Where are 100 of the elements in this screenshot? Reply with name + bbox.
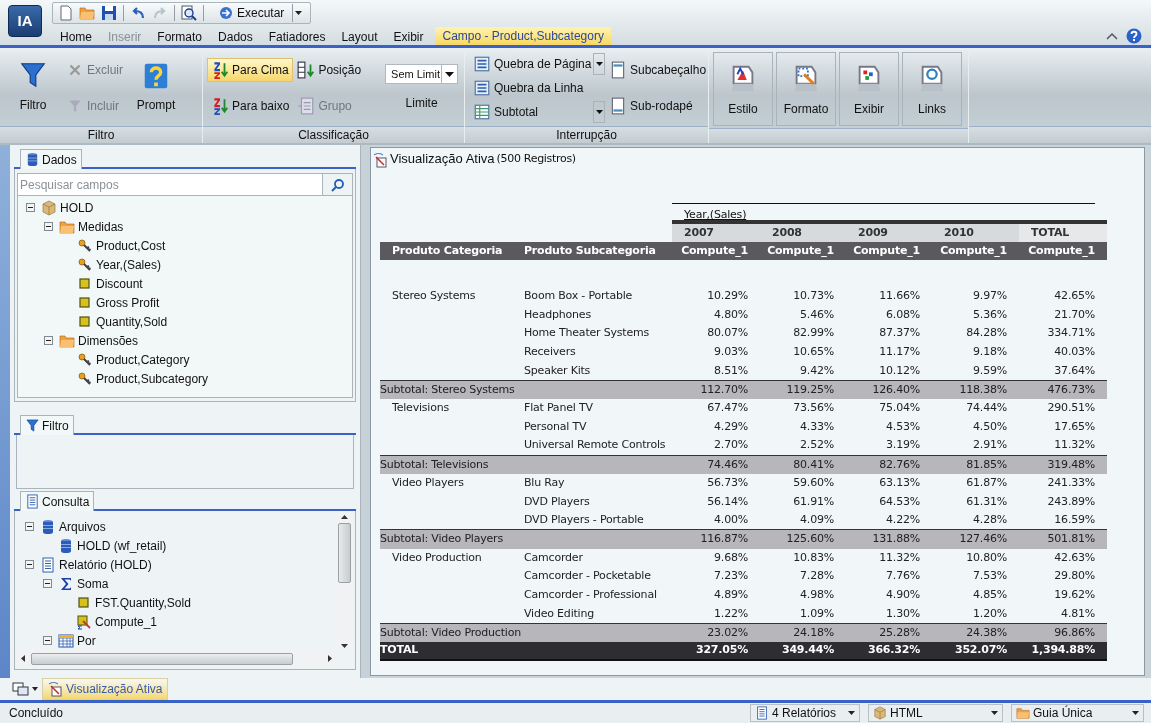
key-icon: [77, 256, 93, 273]
ribbon-button[interactable]: Links: [902, 52, 962, 126]
tree-item[interactable]: FST.Quantity,Sold: [95, 593, 191, 612]
new-document-icon[interactable]: [59, 5, 73, 21]
ribbon-button[interactable]: Formato: [776, 52, 836, 126]
value-cell: 23.02%: [672, 623, 760, 643]
menu-tab[interactable]: Home: [52, 29, 100, 45]
status-dropdown[interactable]: Guia Única: [1011, 704, 1144, 722]
ribbon-button[interactable]: Estilo: [713, 52, 773, 126]
subcategory-cell-text: Headphones: [523, 306, 592, 323]
view-tab[interactable]: Visualização Ativa: [42, 678, 168, 700]
value-cell-text: 4.80%: [713, 306, 749, 323]
expander-toggle[interactable]: [43, 636, 52, 645]
value-cell-text: 7.76%: [885, 568, 921, 585]
undo-icon[interactable]: [130, 5, 146, 21]
folder-icon: [59, 218, 75, 235]
subcategory-cell: Camcorder: [512, 548, 672, 568]
save-icon[interactable]: [101, 5, 117, 21]
column-header: Compute_1: [760, 242, 846, 260]
tree-item[interactable]: Arquivos: [59, 517, 106, 536]
value-cell-text: 7.23%: [713, 568, 749, 585]
value-cell-text: 29.80%: [1053, 568, 1097, 585]
menu-tab[interactable]: Exibir: [385, 29, 432, 45]
search-field[interactable]: Pesquisar campos: [18, 174, 322, 195]
expander-toggle[interactable]: [25, 560, 34, 569]
square-icon: [77, 294, 93, 311]
menu-tab[interactable]: Fatiadores: [260, 29, 334, 45]
menu-tab[interactable]: Formato: [149, 29, 211, 45]
ribbon-button[interactable]: Subtotal: [469, 100, 591, 124]
value-cell: 4.22%: [846, 511, 932, 530]
expander-toggle[interactable]: [43, 579, 52, 588]
tree-item[interactable]: Product,Cost: [96, 236, 166, 255]
tree-item[interactable]: Quantity,Sold: [96, 312, 168, 331]
tree-item[interactable]: HOLD (wf_retail): [77, 536, 167, 555]
expander-toggle[interactable]: [44, 336, 53, 345]
search-button[interactable]: [322, 174, 352, 195]
windows-icon: [12, 681, 30, 697]
key-icon: [77, 370, 93, 387]
ribbon-button[interactable]: Posição: [293, 58, 366, 82]
ribbon-button[interactable]: Subcabeçalho: [605, 58, 711, 82]
value-cell: 56.73%: [672, 473, 760, 493]
value-cell: 1,394.88%: [1019, 642, 1108, 661]
subcategory-cell-text: Boom Box - Portable: [523, 288, 634, 305]
value-cell: 319.48%: [1019, 455, 1108, 474]
value-cell-text: 40.03%: [1053, 344, 1097, 361]
limit-label: Limite: [405, 95, 438, 112]
subcategory-cell-text: DVD Players: [523, 493, 591, 510]
ribbon-button[interactable]: Para baixo: [207, 94, 294, 118]
menu-tab[interactable]: Dados: [210, 29, 261, 45]
menu-tab[interactable]: Campo - Product,Subcategory: [435, 27, 611, 45]
status-dropdown[interactable]: 4 Relatórios: [750, 704, 860, 722]
collapse-ribbon-icon[interactable]: [1106, 32, 1118, 40]
expander-toggle[interactable]: [44, 222, 53, 231]
tree-item[interactable]: Por: [77, 631, 96, 650]
limit-dropdown[interactable]: Sem Limit: [385, 64, 459, 84]
app-logo[interactable]: IA: [8, 5, 42, 37]
tree-item[interactable]: Year,(Sales): [96, 255, 161, 274]
sort-ascending-icon: [211, 61, 229, 79]
expander-toggle[interactable]: [26, 203, 35, 212]
ribbon-button[interactable]: Prompt: [127, 53, 185, 123]
value-cell: 1.30%: [846, 604, 932, 624]
tree-item[interactable]: Discount: [96, 274, 143, 293]
value-cell: 3.19%: [846, 436, 932, 456]
tree-item[interactable]: HOLD: [60, 198, 94, 217]
value-cell: 1.20%: [932, 604, 1019, 624]
tree-item[interactable]: Relatório (HOLD): [59, 555, 152, 574]
value-cell: 290.51%: [1019, 399, 1108, 418]
tree-item[interactable]: Product,Category: [96, 350, 190, 369]
table-icon: [473, 103, 491, 121]
tree-item[interactable]: Medidas: [78, 217, 124, 236]
help-icon[interactable]: [1126, 28, 1142, 44]
tree-item[interactable]: Soma: [77, 574, 109, 593]
ribbon-button[interactable]: Quebra de Página: [469, 52, 591, 76]
tree-item[interactable]: Compute_1: [95, 612, 158, 631]
menu-tab[interactable]: Layout: [333, 29, 386, 45]
view-menu-button[interactable]: [10, 679, 40, 699]
ribbon-button[interactable]: Exibir: [839, 52, 899, 126]
value-cell-text: 7.53%: [972, 568, 1008, 585]
run-dropdown-arrow[interactable]: [292, 4, 305, 22]
expander-toggle[interactable]: [25, 522, 34, 531]
subtotal-label: Subtotal: Video Production: [380, 623, 672, 643]
tree-item[interactable]: Product,Subcategory: [96, 369, 209, 388]
column-header: Compute_1: [672, 242, 760, 260]
subtotal-label: Subtotal: Televisions: [380, 455, 672, 474]
ribbon-button[interactable]: Filtro: [4, 53, 62, 123]
value-cell: 8.51%: [672, 361, 760, 381]
ribbon-button[interactable]: Para Cima: [207, 58, 293, 82]
tree-item[interactable]: Dimensões: [78, 331, 139, 350]
key-icon: [77, 237, 93, 254]
year-header: 2009: [846, 224, 932, 242]
value-cell-text: 334.71%: [1046, 325, 1097, 342]
ribbon-button[interactable]: Sub-rodapé: [605, 94, 697, 118]
ribbon-group-label: Filtro: [87, 127, 115, 144]
category-cell: Video Production: [392, 550, 482, 564]
preview-icon[interactable]: [181, 5, 197, 21]
ribbon-button[interactable]: Quebra da Linha: [469, 76, 588, 100]
tree-item[interactable]: Gross Profit: [96, 293, 160, 312]
subcategory-cell: DVD Players - Portable: [512, 511, 672, 530]
status-dropdown[interactable]: HTML: [868, 704, 1003, 722]
value-cell-text: 61.91%: [792, 493, 835, 510]
